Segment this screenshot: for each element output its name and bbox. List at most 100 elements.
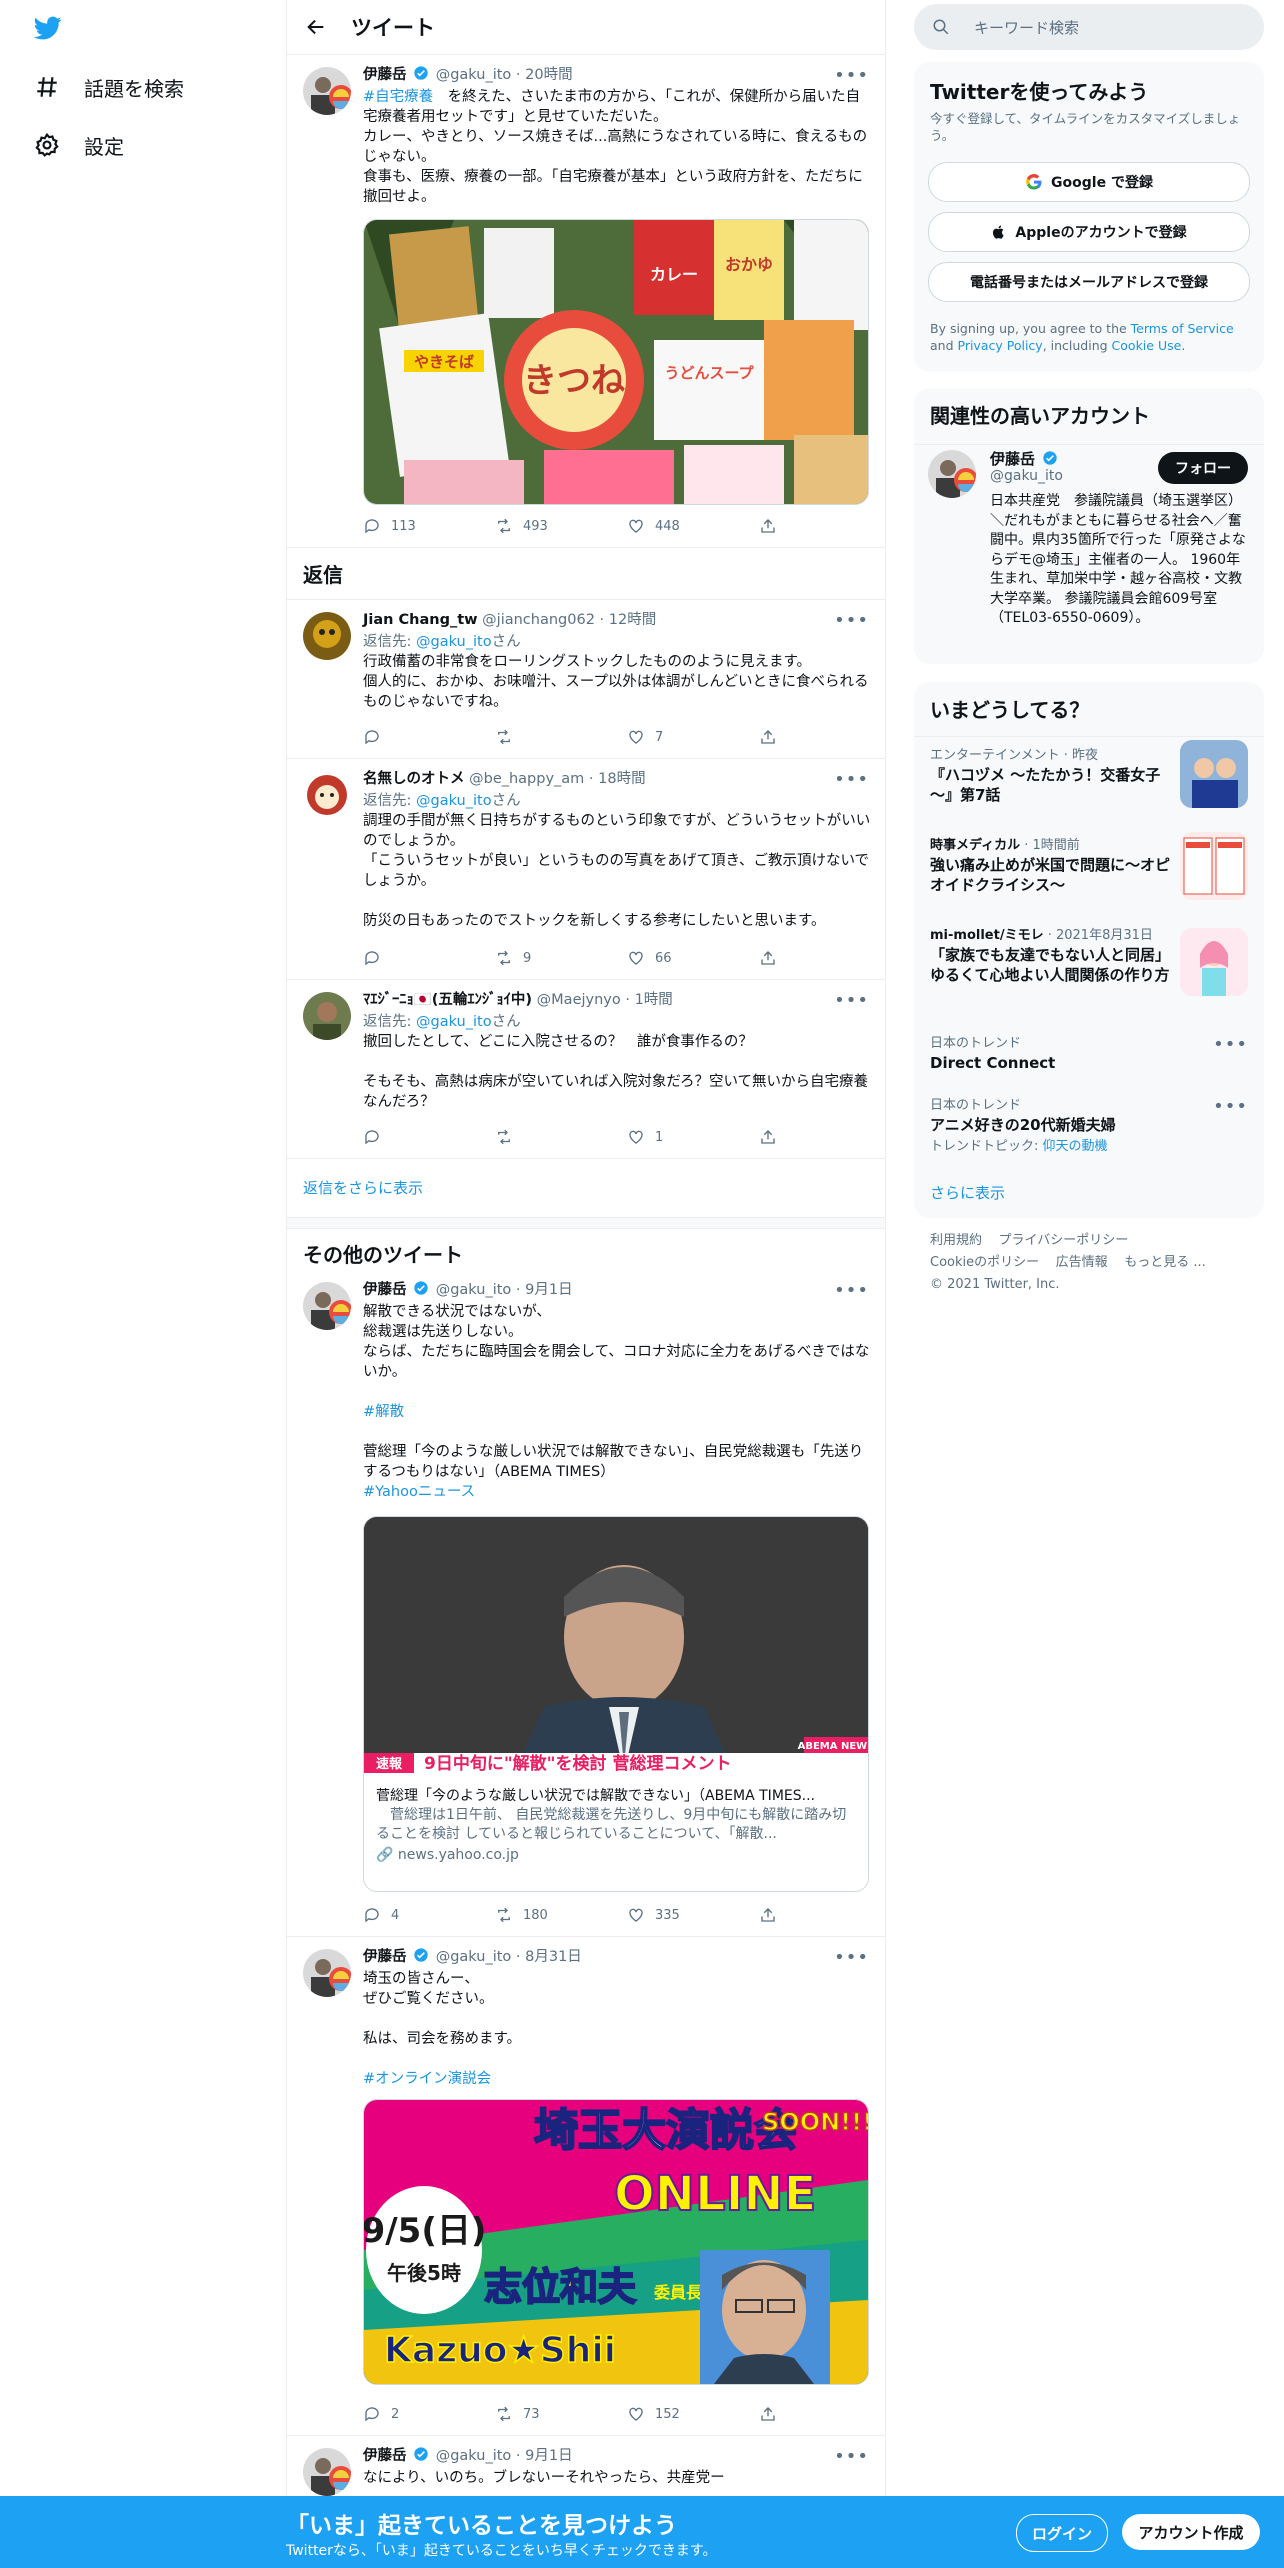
tweet-time[interactable]: · 8月31日	[516, 1949, 582, 1965]
avatar[interactable]	[303, 1282, 351, 1330]
author-handle[interactable]: @gaku_ito	[436, 2448, 512, 2464]
like-button[interactable]: 66	[627, 949, 672, 967]
tweet-time[interactable]: · 9月1日	[516, 1282, 573, 1298]
reply-tweet[interactable]: ••• ﾏｴｼﾞｰﾆｮ🇯🇵(五輪ｴﾝｼﾞｮｲ中) @Maejynyo · 1時間…	[287, 980, 885, 1159]
nav-settings[interactable]: 設定	[34, 123, 124, 167]
reply-to-link[interactable]: @gaku_ito	[416, 793, 492, 809]
tweet-time[interactable]: · 12時間	[600, 612, 657, 628]
other-tweet[interactable]: ••• 伊藤岳 @gaku_ito · 9月1日 なにより、いのち。ブレないーそ…	[287, 2436, 885, 2496]
reply-button[interactable]: 113	[363, 517, 416, 535]
privacy-link[interactable]: Privacy Policy	[958, 338, 1043, 353]
trend-thumbnail[interactable]	[1180, 740, 1248, 808]
trend-thumbnail[interactable]	[1180, 928, 1248, 996]
reply-button[interactable]	[363, 949, 391, 967]
search-bar[interactable]: キーワード検索	[914, 4, 1264, 50]
author-name[interactable]: 伊藤岳	[363, 1949, 407, 1965]
terms-link[interactable]: Terms of Service	[1131, 321, 1234, 336]
google-signup-button[interactable]: Google で登録	[928, 162, 1250, 202]
avatar[interactable]	[303, 771, 351, 819]
avatar[interactable]	[303, 1949, 351, 1997]
follow-button[interactable]: フォロー	[1158, 452, 1248, 484]
reply-button[interactable]: 2	[363, 2405, 399, 2423]
twitter-logo-icon[interactable]	[32, 14, 64, 42]
author-handle[interactable]: @gaku_ito	[436, 67, 512, 83]
author-handle[interactable]: @jianchang062	[482, 612, 595, 628]
footer-terms-link[interactable]: 利用規約	[930, 1233, 982, 1248]
author-name[interactable]: Jian Chang_tw	[363, 612, 478, 628]
like-button[interactable]: 7	[627, 728, 663, 746]
share-button[interactable]	[759, 2405, 777, 2423]
share-button[interactable]	[759, 1128, 777, 1146]
avatar[interactable]	[303, 992, 351, 1040]
nav-explore[interactable]: 話題を検索	[34, 65, 184, 109]
related-account-name-row[interactable]: 伊藤岳	[990, 448, 1060, 469]
retweet-button[interactable]	[495, 1128, 523, 1146]
reply-to-link[interactable]: @gaku_ito	[416, 634, 492, 650]
reply-button[interactable]	[363, 728, 391, 746]
tweet-time[interactable]: · 9月1日	[516, 2448, 573, 2464]
author-name[interactable]: 名無しのオトメ	[363, 771, 465, 787]
author-handle[interactable]: @gaku_ito	[436, 1949, 512, 1965]
phone-email-signup-button[interactable]: 電話番号またはメールアドレスで登録	[928, 262, 1250, 302]
retweet-button[interactable]: 9	[495, 949, 531, 967]
tweet-time[interactable]: · 1時間	[625, 992, 672, 1008]
hashtag-link[interactable]: #解散	[363, 1404, 404, 1420]
signup-button[interactable]: アカウント作成	[1122, 2514, 1260, 2550]
avatar[interactable]	[928, 450, 976, 498]
reply-to-link[interactable]: @gaku_ito	[416, 1014, 492, 1030]
show-more-trends-link[interactable]: さらに表示	[930, 1182, 1005, 1203]
share-button[interactable]	[759, 949, 777, 967]
like-button[interactable]: 1	[627, 1128, 663, 1146]
related-account-name[interactable]: 伊藤岳	[990, 450, 1035, 468]
hashtag-link[interactable]: #オンライン演説会	[363, 2071, 491, 2087]
apple-signup-button[interactable]: Appleのアカウントで登録	[928, 212, 1250, 252]
share-button[interactable]	[759, 728, 777, 746]
back-arrow-icon[interactable]	[305, 16, 327, 38]
reply-tweet[interactable]: ••• Jian Chang_tw @jianchang062 · 12時間 返…	[287, 600, 885, 759]
other-tweet[interactable]: ••• 伊藤岳 @gaku_ito · 8月31日 埼玉の皆さんー、 ぜひご覧く…	[287, 1937, 885, 2436]
like-button[interactable]: 448	[627, 517, 680, 535]
cookie-link[interactable]: Cookie Use	[1112, 338, 1182, 353]
author-handle[interactable]: @be_happy_am	[469, 771, 584, 787]
tweet-photo[interactable]: やきそば きつね うどんスープ カレー おかゆ	[363, 219, 869, 505]
author-name[interactable]: 伊藤岳	[363, 2448, 407, 2464]
tweet-time[interactable]: · 20時間	[516, 67, 573, 83]
retweet-button[interactable]: 493	[495, 517, 548, 535]
link-card[interactable]: 速報 9日中旬に"解散"を検討 菅総理コメント ABEMA NEWS 菅総理「今…	[363, 1516, 869, 1892]
search-input[interactable]: キーワード検索	[974, 17, 1079, 38]
trend-topic-link[interactable]: 仰天の動機	[1043, 1139, 1108, 1154]
trend-thumbnail[interactable]	[1180, 832, 1248, 900]
retweet-button[interactable]	[495, 728, 523, 746]
other-tweet[interactable]: ••• 伊藤岳 @gaku_ito · 9月1日 解散できる状況ではないが、 総…	[287, 1270, 885, 1937]
trend-item[interactable]: 日本のトレンド アニメ好きの20代新婚夫婦 トレンドトピック: 仰天の動機	[930, 1094, 1250, 1154]
tweet-photo[interactable]: 埼玉大演説会 SOON!!!! ONLINE 9/5(日) 午後5時 志位和夫 …	[363, 2099, 869, 2385]
share-button[interactable]	[759, 1906, 777, 1924]
hashtag-link[interactable]: #自宅療養	[363, 89, 433, 105]
retweet-button[interactable]: 73	[495, 2405, 540, 2423]
author-handle[interactable]: @Maejynyo	[537, 992, 621, 1008]
retweet-button[interactable]: 180	[495, 1906, 548, 1924]
footer-cookie-link[interactable]: Cookieのポリシー	[930, 1255, 1039, 1270]
related-account-handle[interactable]: @gaku_ito	[990, 468, 1063, 484]
reply-button[interactable]: 4	[363, 1906, 399, 1924]
trend-item[interactable]: 日本のトレンド Direct Connect	[930, 1032, 1250, 1073]
more-icon[interactable]: •••	[1213, 1034, 1248, 1055]
author-name[interactable]: ﾏｴｼﾞｰﾆｮ🇯🇵(五輪ｴﾝｼﾞｮｲ中)	[363, 992, 532, 1008]
like-button[interactable]: 335	[627, 1906, 680, 1924]
like-button[interactable]: 152	[627, 2405, 680, 2423]
avatar[interactable]	[303, 612, 351, 660]
footer-ads-link[interactable]: 広告情報	[1056, 1255, 1108, 1270]
hashtag-link[interactable]: #Yahooニュース	[363, 1484, 475, 1500]
avatar[interactable]	[303, 2448, 351, 2496]
author-name[interactable]: 伊藤岳	[363, 67, 407, 83]
tweet-time[interactable]: · 18時間	[589, 771, 646, 787]
reply-tweet[interactable]: ••• 名無しのオトメ @be_happy_am · 18時間 返信先: @ga…	[287, 759, 885, 980]
more-icon[interactable]: •••	[1213, 1096, 1248, 1117]
show-more-replies-link[interactable]: 返信をさらに表示	[303, 1177, 423, 1198]
avatar[interactable]	[303, 67, 351, 115]
author-name[interactable]: 伊藤岳	[363, 1282, 407, 1298]
footer-privacy-link[interactable]: プライバシーポリシー	[999, 1233, 1129, 1248]
login-button[interactable]: ログイン	[1016, 2514, 1108, 2552]
main-tweet[interactable]: ••• 伊藤岳 @gaku_ito · 20時間 #自宅療養 を終えた、さいたま…	[287, 55, 885, 548]
author-handle[interactable]: @gaku_ito	[436, 1282, 512, 1298]
